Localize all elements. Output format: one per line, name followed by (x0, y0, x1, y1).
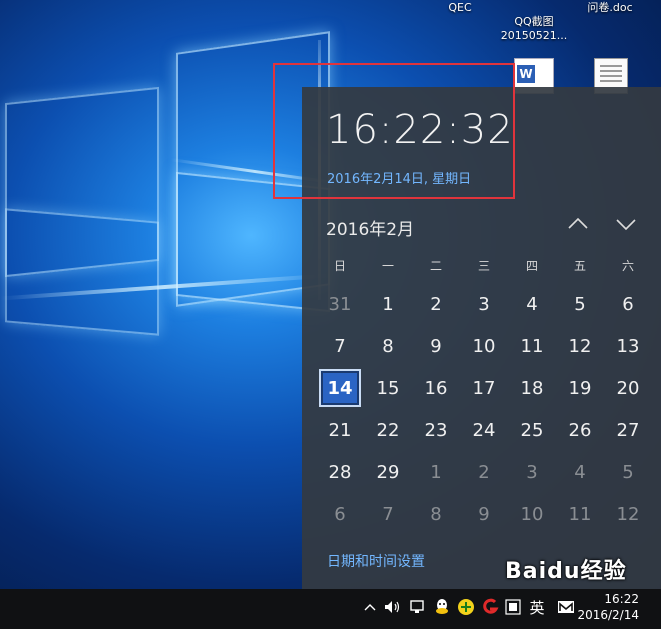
next-month-button[interactable] (612, 213, 640, 235)
calendar-day[interactable]: 8 (364, 325, 412, 367)
calendar-day[interactable]: 4 (556, 451, 604, 493)
network-icon[interactable] (408, 597, 428, 617)
date-time-settings-link[interactable]: 日期和时间设置 (327, 551, 425, 571)
calendar-day[interactable]: 28 (316, 451, 364, 493)
calendar-day[interactable]: 20 (604, 367, 652, 409)
calendar-day[interactable]: 17 (460, 367, 508, 409)
calendar-day[interactable]: 5 (604, 451, 652, 493)
calendar-day[interactable]: 9 (412, 325, 460, 367)
annotation-highlight-box (273, 63, 515, 199)
baidu-watermark: Baidu经验 (505, 559, 627, 584)
desktop-icon-questionnaire-doc[interactable]: 问卷.doc (580, 1, 640, 15)
taskbar-clock[interactable]: 16:22 2016/2/14 (577, 591, 639, 623)
calendar-day[interactable]: 3 (508, 451, 556, 493)
calendar-day[interactable]: 27 (604, 409, 652, 451)
calendar-day[interactable]: 10 (508, 493, 556, 535)
calendar-day-today[interactable]: 14 (316, 367, 364, 409)
calendar-day[interactable]: 2 (412, 283, 460, 325)
calendar-day[interactable]: 8 (412, 493, 460, 535)
desktop-icon-qq-screenshot[interactable]: QQ截图 20150521... (498, 1, 570, 57)
calendar-day[interactable]: 7 (316, 325, 364, 367)
chevron-up-icon (568, 217, 588, 229)
desktop-icon-qec[interactable]: QEC (440, 1, 480, 15)
calendar-day[interactable]: 26 (556, 409, 604, 451)
previous-month-button[interactable] (564, 213, 592, 235)
calendar-day[interactable]: 2 (460, 451, 508, 493)
calendar-day[interactable]: 13 (604, 325, 652, 367)
word-logo-icon: W (517, 65, 535, 83)
calendar-day[interactable]: 22 (364, 409, 412, 451)
calendar-day[interactable]: 3 (460, 283, 508, 325)
desktop-icon-label: QEC (448, 1, 472, 14)
calendar-day[interactable]: 6 (316, 493, 364, 535)
weekday-label: 六 (621, 259, 634, 273)
taskbar-clock-time: 16:22 (604, 592, 639, 606)
weekday-label: 三 (477, 259, 490, 273)
calendar-day[interactable]: 6 (604, 283, 652, 325)
weekday-label: 一 (381, 259, 394, 273)
calendar-day[interactable]: 31 (316, 283, 364, 325)
calendar-day[interactable]: 12 (556, 325, 604, 367)
calendar-day[interactable]: 29 (364, 451, 412, 493)
calendar-day[interactable]: 7 (364, 493, 412, 535)
calendar-day[interactable]: 21 (316, 409, 364, 451)
calendar-day[interactable]: 19 (556, 367, 604, 409)
today-marker: 14 (319, 369, 361, 407)
weekday-label: 日 (333, 259, 346, 273)
ime-language-label[interactable]: 英 (527, 597, 547, 617)
calendar-day[interactable]: 1 (364, 283, 412, 325)
app-icon[interactable] (480, 597, 500, 617)
qq-icon[interactable] (432, 597, 452, 617)
chevron-down-icon (616, 219, 636, 231)
calendar-day[interactable]: 5 (556, 283, 604, 325)
weekday-label: 二 (429, 259, 442, 273)
calendar-day[interactable]: 18 (508, 367, 556, 409)
calendar-day[interactable]: 16 (412, 367, 460, 409)
calendar-day[interactable]: 25 (508, 409, 556, 451)
calendar-day[interactable]: 11 (508, 325, 556, 367)
volume-icon[interactable] (383, 597, 403, 617)
weekday-label: 四 (525, 259, 538, 273)
calendar-day-grid: 31 1 2 3 4 5 6 7 8 9 10 11 12 13 14 15 1… (316, 283, 652, 535)
calendar-day[interactable]: 24 (460, 409, 508, 451)
calendar-day[interactable]: 11 (556, 493, 604, 535)
ime-icon[interactable] (503, 597, 523, 617)
mail-icon[interactable] (556, 597, 576, 617)
month-title[interactable]: 2016年2月 (326, 215, 414, 240)
wallpaper-light-pane (5, 208, 159, 336)
calendar-day[interactable]: 10 (460, 325, 508, 367)
desktop-icon-label: QQ截图 20150521... (500, 15, 568, 42)
weekday-label: 五 (573, 259, 586, 273)
calendar-day[interactable]: 23 (412, 409, 460, 451)
desktop-icon-label: 问卷.doc (587, 1, 633, 14)
calendar-day[interactable]: 12 (604, 493, 652, 535)
add-icon[interactable] (456, 597, 476, 617)
calendar-day[interactable]: 15 (364, 367, 412, 409)
taskbar-clock-date: 2016/2/14 (577, 608, 639, 622)
chevron-up-icon[interactable] (360, 597, 380, 617)
taskbar: 英 16:22 2016/2/14 (0, 589, 661, 629)
weekday-header: 日 一 二 三 四 五 六 (316, 257, 652, 274)
calendar-day[interactable]: 4 (508, 283, 556, 325)
calendar-day[interactable]: 1 (412, 451, 460, 493)
calendar-day[interactable]: 9 (460, 493, 508, 535)
